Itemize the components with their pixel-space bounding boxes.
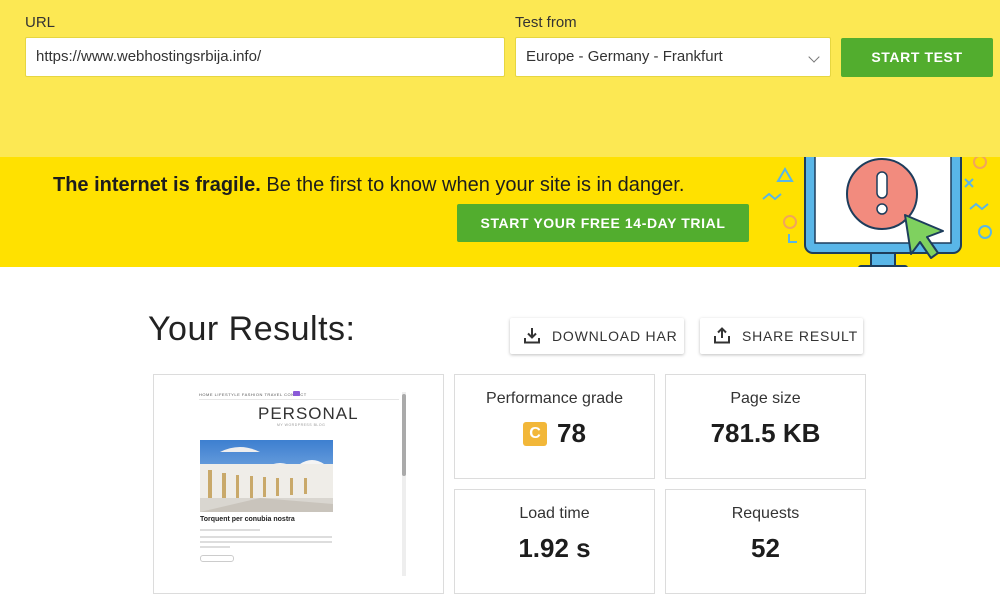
thumb-text-line: [200, 536, 332, 538]
banner-headline-rest: Be the first to know when your site is i…: [260, 174, 685, 196]
test-from-label: Test from: [515, 14, 577, 31]
test-location-value: Europe - Germany - Frankfurt: [526, 48, 723, 65]
download-icon: [524, 328, 540, 344]
download-har-label: DOWNLOAD HAR: [552, 328, 678, 344]
thumb-post-title: Torquent per conubia nostra: [200, 516, 295, 523]
start-test-button[interactable]: START TEST: [841, 38, 993, 77]
share-icon: [714, 327, 730, 344]
monitor-alert-illustration: [762, 157, 992, 267]
grade-score: 78: [557, 418, 586, 448]
performance-grade-label: Performance grade: [486, 390, 623, 407]
thumb-tagline: MY WORDPRESS BLOG: [277, 423, 326, 427]
thumb-text-line: [200, 541, 332, 543]
page-screenshot-thumbnail: HOME LIFESTYLE FASHION TRAVEL CONTACT PE…: [193, 388, 409, 578]
grade-badge: C: [523, 422, 548, 446]
thumb-read-more: [200, 555, 234, 562]
thumb-scrollbar: [402, 392, 406, 576]
download-har-button[interactable]: DOWNLOAD HAR: [510, 318, 684, 354]
thumb-divider: [199, 399, 399, 400]
url-label: URL: [25, 14, 56, 31]
results-title: Your Results:: [148, 310, 356, 348]
performance-grade-card: Performance grade C 78: [454, 374, 655, 479]
share-result-label: SHARE RESULT: [742, 328, 858, 344]
banner-headline: The internet is fragile. Be the first to…: [53, 174, 684, 197]
page-size-card: Page size 781.5 KB: [665, 374, 866, 479]
thumb-meta-line: [200, 529, 260, 531]
thumb-post-image: [200, 440, 333, 512]
requests-label: Requests: [731, 505, 800, 522]
load-time-card: Load time 1.92 s: [454, 489, 655, 594]
test-location-select[interactable]: Europe - Germany - Frankfurt: [515, 37, 831, 77]
requests-value: 52: [751, 533, 780, 563]
share-result-button[interactable]: SHARE RESULT: [700, 318, 863, 354]
page-size-value: 781.5 KB: [710, 418, 821, 448]
requests-card: Requests 52: [665, 489, 866, 594]
url-input[interactable]: https://www.webhostingsrbija.info/: [25, 37, 505, 77]
thumb-text-line: [200, 546, 230, 548]
thumb-nav-badge: [293, 391, 300, 396]
thumb-nav: HOME LIFESTYLE FASHION TRAVEL CONTACT: [199, 392, 307, 397]
performance-grade-value: C 78: [455, 418, 654, 449]
load-time-value: 1.92 s: [518, 533, 591, 563]
thumb-logo: PERSONAL: [258, 404, 359, 423]
load-time-label: Load time: [519, 505, 590, 522]
promo-banner: The internet is fragile. Be the first to…: [0, 157, 1000, 267]
page-size-label: Page size: [730, 390, 801, 407]
test-form-bar: URL https://www.webhostingsrbija.info/ T…: [0, 0, 1000, 157]
start-trial-button[interactable]: START YOUR FREE 14-DAY TRIAL: [457, 204, 749, 242]
chevron-down-icon: [808, 51, 820, 63]
banner-headline-bold: The internet is fragile.: [53, 174, 261, 196]
